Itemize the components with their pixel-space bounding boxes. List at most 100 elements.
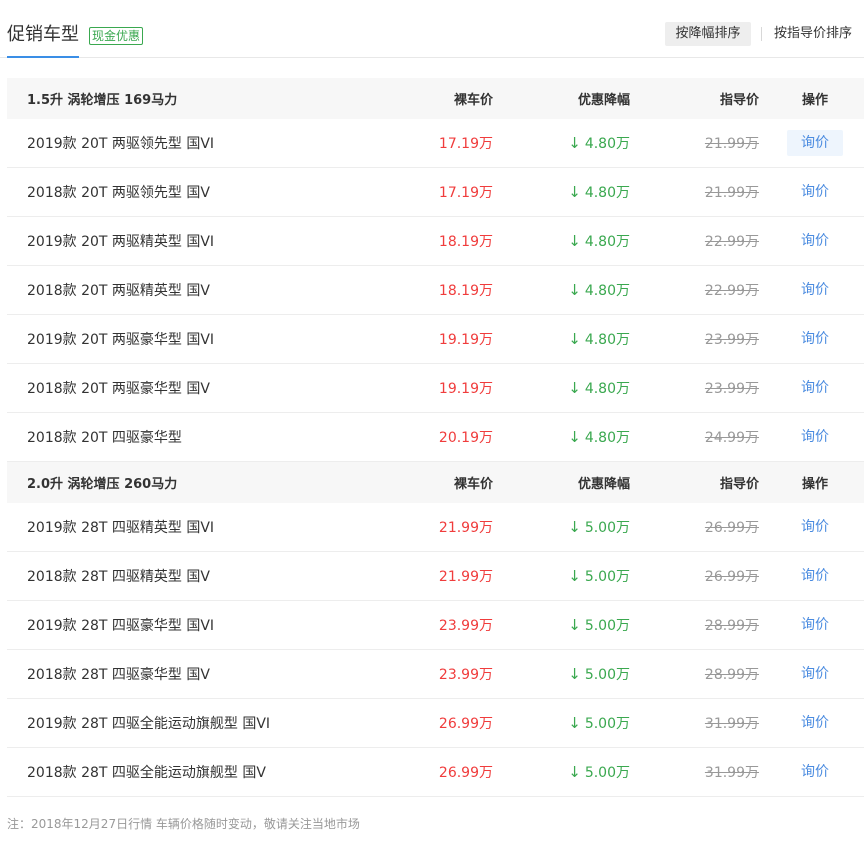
group-title: 2.0升 涡轮增压 260马力 [27,477,178,492]
net-price: 21.99万 [438,569,493,585]
column-header-discount: 优惠降幅 [577,93,630,108]
discount-value: 4.80万 [584,185,630,201]
inquiry-button[interactable]: 询价 [787,130,843,156]
table-row: 2019款 28T 四驱豪华型 国VI 23.99万 ↓ 5.00万 28.99万 询价 [7,601,864,650]
discount-amount: ↓ 4.80万 [568,217,630,265]
model-name: 2019款 28T 四驱全能运动旗舰型 国VI [27,716,271,732]
model-name: 2018款 20T 两驱豪华型 国V [27,381,210,397]
action-cell: 询价 [787,552,843,600]
table-row: 2018款 20T 四驱豪华型 20.19万 ↓ 4.80万 24.99万 询价 [7,413,864,462]
model-name: 2019款 20T 两驱豪华型 国VI [27,332,215,348]
page-title: 促销车型 [7,24,79,45]
net-price: 19.19万 [438,381,493,397]
column-header-action: 操作 [801,477,828,492]
table-row: 2019款 20T 两驱精英型 国VI 18.19万 ↓ 4.80万 22.99万 询价 [7,217,864,266]
discount-value: 5.00万 [584,765,630,781]
table-row: 2019款 20T 两驱领先型 国VI 17.19万 ↓ 4.80万 21.99万 询价 [7,119,864,168]
discount-value: 4.80万 [584,136,630,152]
guide-price: 23.99万 [704,381,759,397]
tab-promo-models[interactable]: 促销车型 [7,22,79,58]
discount-amount: ↓ 5.00万 [568,650,630,698]
arrow-down-icon: ↓ [568,379,581,397]
action-cell: 询价 [787,699,843,747]
net-price: 18.19万 [438,234,493,250]
guide-price: 22.99万 [704,234,759,250]
discount-amount: ↓ 5.00万 [568,552,630,600]
net-price: 21.99万 [438,520,493,536]
table-row: 2019款 20T 两驱豪华型 国VI 19.19万 ↓ 4.80万 23.99万 询价 [7,315,864,364]
action-cell: 询价 [787,748,843,796]
action-cell: 询价 [787,413,843,461]
arrow-down-icon: ↓ [568,183,581,201]
guide-price: 21.99万 [704,136,759,152]
group-header: 1.5升 涡轮增压 169马力 裸车价 优惠降幅 指导价 操作 [7,78,864,119]
action-cell: 询价 [787,119,843,167]
inquiry-button[interactable]: 询价 [787,710,843,736]
model-name: 2018款 20T 两驱领先型 国V [27,185,210,201]
model-name: 2019款 28T 四驱精英型 国VI [27,520,215,536]
guide-price: 26.99万 [704,520,759,536]
table-row: 2018款 28T 四驱全能运动旗舰型 国V 26.99万 ↓ 5.00万 31.99万… [7,748,864,797]
table-row: 2018款 20T 两驱豪华型 国V 19.19万 ↓ 4.80万 23.99万 询价 [7,364,864,413]
net-price: 26.99万 [438,765,493,781]
group-header: 2.0升 涡轮增压 260马力 裸车价 优惠降幅 指导价 操作 [7,462,864,503]
action-cell: 询价 [787,217,843,265]
column-header-price: 裸车价 [453,93,493,108]
arrow-down-icon: ↓ [568,567,581,585]
inquiry-button[interactable]: 询价 [787,612,843,638]
action-cell: 询价 [787,650,843,698]
arrow-down-icon: ↓ [568,428,581,446]
table-row: 2018款 20T 两驱精英型 国V 18.19万 ↓ 4.80万 22.99万 询价 [7,266,864,315]
net-price: 17.19万 [438,185,493,201]
discount-value: 5.00万 [584,569,630,585]
inquiry-button[interactable]: 询价 [787,179,843,205]
guide-price: 23.99万 [704,332,759,348]
discount-amount: ↓ 4.80万 [568,168,630,216]
net-price: 20.19万 [438,430,493,446]
action-cell: 询价 [787,601,843,649]
discount-value: 5.00万 [584,716,630,732]
net-price: 18.19万 [438,283,493,299]
table-row: 2018款 28T 四驱豪华型 国V 23.99万 ↓ 5.00万 28.99万 询价 [7,650,864,699]
discount-amount: ↓ 4.80万 [568,364,630,412]
model-name: 2019款 28T 四驱豪华型 国VI [27,618,215,634]
inquiry-button[interactable]: 询价 [787,375,843,401]
guide-price: 28.99万 [704,618,759,634]
discount-value: 4.80万 [584,430,630,446]
inquiry-button[interactable]: 询价 [787,661,843,687]
arrow-down-icon: ↓ [568,665,581,683]
inquiry-button[interactable]: 询价 [787,326,843,352]
action-cell: 询价 [787,168,843,216]
discount-value: 4.80万 [584,332,630,348]
discount-amount: ↓ 5.00万 [568,748,630,796]
discount-value: 5.00万 [584,667,630,683]
action-cell: 询价 [787,503,843,551]
guide-price: 31.99万 [704,716,759,732]
sort-by-discount-button[interactable]: 按降幅排序 [665,22,751,46]
action-cell: 询价 [787,315,843,363]
guide-price: 24.99万 [704,430,759,446]
sort-by-guide-price-button[interactable]: 按指导价排序 [774,22,852,46]
model-name: 2018款 28T 四驱豪华型 国V [27,667,210,683]
arrow-down-icon: ↓ [568,134,581,152]
inquiry-button[interactable]: 询价 [787,759,843,785]
action-cell: 询价 [787,364,843,412]
discount-amount: ↓ 4.80万 [568,266,630,314]
inquiry-button[interactable]: 询价 [787,563,843,589]
inquiry-button[interactable]: 询价 [787,424,843,450]
inquiry-button[interactable]: 询价 [787,228,843,254]
inquiry-button[interactable]: 询价 [787,277,843,303]
table-row: 2019款 28T 四驱全能运动旗舰型 国VI 26.99万 ↓ 5.00万 31.99… [7,699,864,748]
discount-amount: ↓ 4.80万 [568,119,630,167]
inquiry-button[interactable]: 询价 [787,514,843,540]
net-price: 26.99万 [438,716,493,732]
guide-price: 31.99万 [704,765,759,781]
divider [761,27,762,41]
column-header-guide: 指导价 [719,477,759,492]
group-title: 1.5升 涡轮增压 169马力 [27,93,178,108]
arrow-down-icon: ↓ [568,714,581,732]
net-price: 17.19万 [438,136,493,152]
net-price: 19.19万 [438,332,493,348]
table-row: 2018款 20T 两驱领先型 国V 17.19万 ↓ 4.80万 21.99万 询价 [7,168,864,217]
net-price: 23.99万 [438,618,493,634]
